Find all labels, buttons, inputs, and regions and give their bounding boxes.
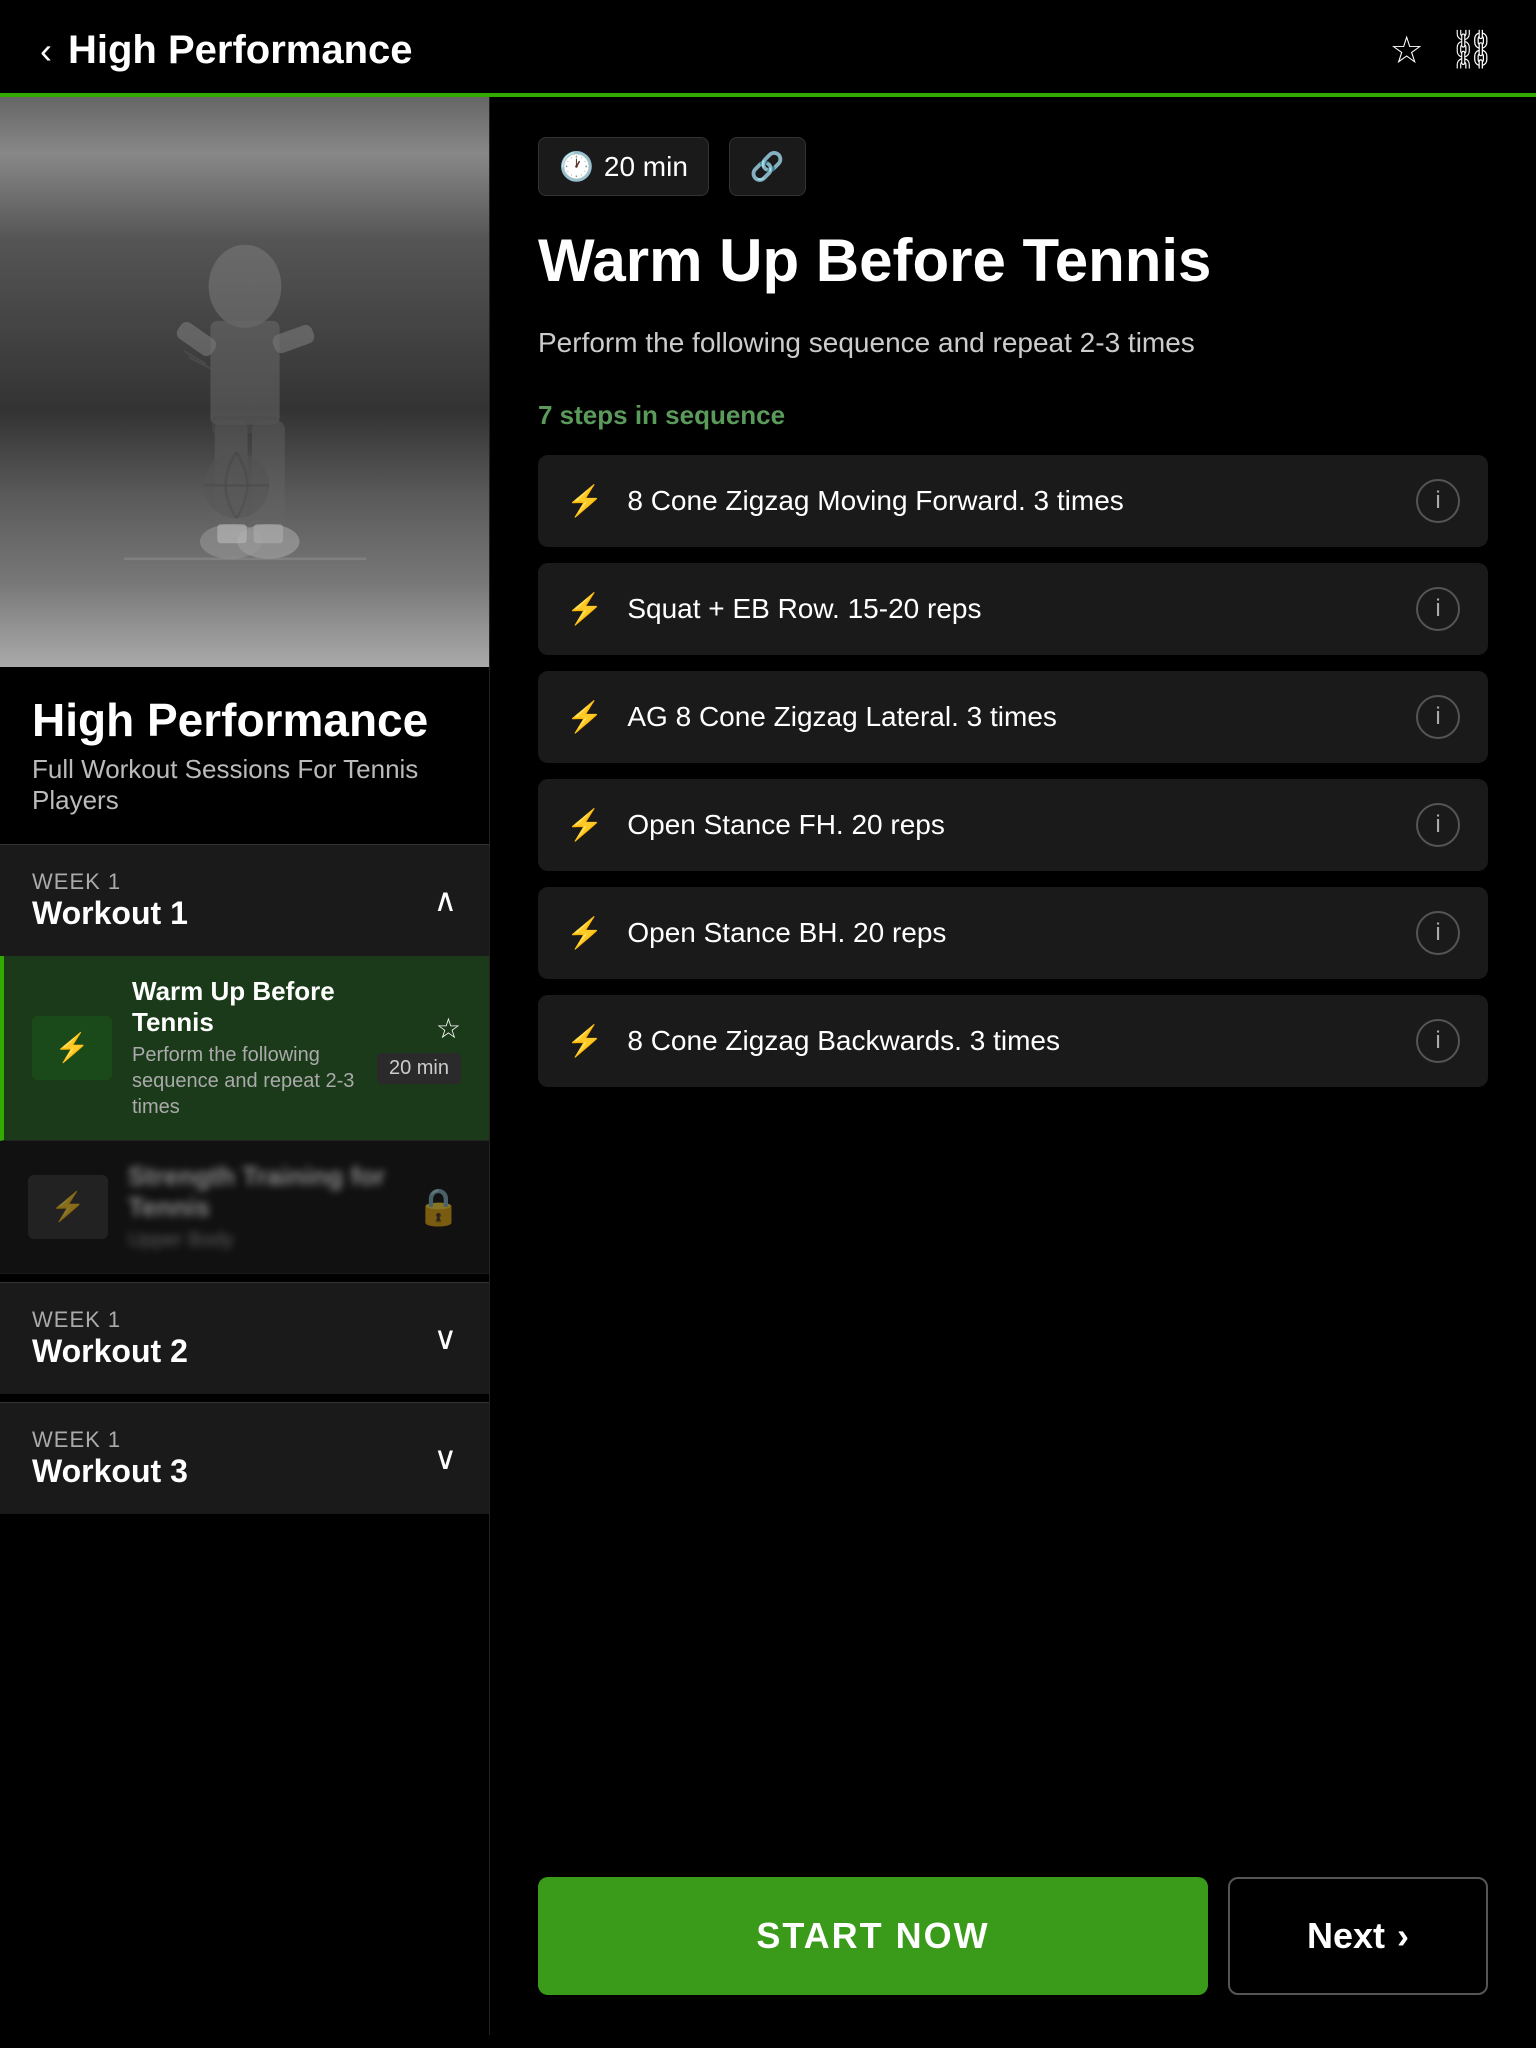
workout-name-1: Workout 2: [32, 1333, 188, 1370]
workout-section-1: WEEK 1 Workout 2 ∨: [0, 1282, 489, 1394]
bolt-icon-0: ⚡: [566, 484, 603, 519]
workout-header-left-1: WEEK 1 Workout 2: [32, 1307, 188, 1370]
lock-icon: 🔒: [416, 1186, 461, 1228]
workout-item-name-0-1: Strength Training for Tennis: [128, 1161, 396, 1223]
workout-item-0-1[interactable]: ⚡ Strength Training for Tennis Upper Bod…: [0, 1141, 489, 1274]
left-panel: High Performance Full Workout Sessions F…: [0, 97, 490, 2035]
duration-badge: 🕐 20 min: [538, 137, 709, 196]
bolt-icon-5: ⚡: [566, 1024, 603, 1059]
info-icon-0[interactable]: i: [1416, 479, 1460, 523]
chevron-1: ∨: [434, 1319, 457, 1357]
workout-sections: WEEK 1 Workout 1 ∧ ⚡ Warm Up Before Tenn…: [0, 844, 489, 1514]
week-label-1: WEEK 1: [32, 1307, 188, 1333]
bolt-icon: ⚡: [55, 1031, 90, 1064]
workout-name-0: Workout 1: [32, 895, 188, 932]
workout-header-left-2: WEEK 1 Workout 3: [32, 1427, 188, 1490]
step-text-2: AG 8 Cone Zigzag Lateral. 3 times: [627, 699, 1392, 735]
workout-section-2: WEEK 1 Workout 3 ∨: [0, 1402, 489, 1514]
step-item-2[interactable]: ⚡ AG 8 Cone Zigzag Lateral. 3 times i: [538, 671, 1488, 763]
next-arrow: ›: [1397, 1915, 1409, 1957]
link-badge[interactable]: 🔗: [729, 137, 806, 196]
workout-header-2[interactable]: WEEK 1 Workout 3 ∨: [0, 1403, 489, 1514]
program-title: High Performance: [32, 695, 457, 746]
step-text-0: 8 Cone Zigzag Moving Forward. 3 times: [627, 483, 1392, 519]
chevron-2: ∨: [434, 1439, 457, 1477]
header-left: ‹ High Performance: [40, 28, 413, 73]
star-icon[interactable]: ☆: [1390, 28, 1424, 73]
program-info: High Performance Full Workout Sessions F…: [0, 667, 489, 836]
link-icon[interactable]: ⛓: [1448, 28, 1496, 73]
header: ‹ High Performance ☆ ⛓: [0, 0, 1536, 93]
workout-header-1[interactable]: WEEK 1 Workout 2 ∨: [0, 1283, 489, 1394]
info-icon-5[interactable]: i: [1416, 1019, 1460, 1063]
workout-image: [0, 97, 490, 667]
header-right: ☆ ⛓: [1390, 28, 1496, 73]
step-item-0[interactable]: ⚡ 8 Cone Zigzag Moving Forward. 3 times …: [538, 455, 1488, 547]
step-item-5[interactable]: ⚡ 8 Cone Zigzag Backwards. 3 times i: [538, 995, 1488, 1087]
workout-item-info-0-0: Warm Up Before Tennis Perform the follow…: [132, 976, 357, 1120]
workout-item-name-0-0: Warm Up Before Tennis: [132, 976, 357, 1038]
workout-section-0: WEEK 1 Workout 1 ∧ ⚡ Warm Up Before Tenn…: [0, 844, 489, 1274]
bolt-icon: ⚡: [51, 1190, 86, 1223]
chevron-0: ∧: [434, 881, 457, 919]
workout-item-thumb-0-0: ⚡: [32, 1016, 112, 1080]
next-label: Next: [1307, 1915, 1385, 1957]
week-label-0: WEEK 1: [32, 869, 188, 895]
back-button[interactable]: ‹: [40, 30, 52, 72]
info-icon-2[interactable]: i: [1416, 695, 1460, 739]
main-layout: High Performance Full Workout Sessions F…: [0, 97, 1536, 2035]
step-text-5: 8 Cone Zigzag Backwards. 3 times: [627, 1023, 1392, 1059]
workout-item-right-0-1: 🔒: [416, 1186, 461, 1228]
next-button[interactable]: Next ›: [1228, 1877, 1488, 1995]
meta-row: 🕐 20 min 🔗: [538, 137, 1488, 196]
workout-item-right-0-0: ☆ 20 min: [377, 1012, 461, 1084]
duration-text: 20 min: [604, 151, 688, 183]
right-panel: 🕐 20 min 🔗 Warm Up Before Tennis Perform…: [490, 97, 1536, 2035]
workout-header-left-0: WEEK 1 Workout 1: [32, 869, 188, 932]
bolt-icon-2: ⚡: [566, 700, 603, 735]
exercise-description: Perform the following sequence and repea…: [538, 322, 1488, 364]
bolt-icon-4: ⚡: [566, 916, 603, 951]
bolt-icon-3: ⚡: [566, 808, 603, 843]
clock-icon: 🕐: [559, 150, 594, 183]
duration-badge-0-0: 20 min: [377, 1053, 461, 1084]
program-subtitle: Full Workout Sessions For Tennis Players: [32, 754, 457, 816]
bottom-buttons: START NOW Next ›: [538, 1857, 1488, 1995]
step-list: ⚡ 8 Cone Zigzag Moving Forward. 3 times …: [538, 455, 1488, 1825]
start-now-button[interactable]: START NOW: [538, 1877, 1208, 1995]
bolt-icon-1: ⚡: [566, 592, 603, 627]
exercise-title: Warm Up Before Tennis: [538, 228, 1488, 294]
week-label-2: WEEK 1: [32, 1427, 188, 1453]
steps-label: 7 steps in sequence: [538, 400, 1488, 431]
step-item-4[interactable]: ⚡ Open Stance BH. 20 reps i: [538, 887, 1488, 979]
info-icon-4[interactable]: i: [1416, 911, 1460, 955]
step-text-4: Open Stance BH. 20 reps: [627, 915, 1392, 951]
workout-item-desc-0-1: Upper Body: [128, 1227, 396, 1253]
workout-items-0: ⚡ Warm Up Before Tennis Perform the foll…: [0, 956, 489, 1274]
header-title: High Performance: [68, 28, 413, 73]
favorite-icon-0-0[interactable]: ☆: [436, 1012, 461, 1045]
workout-item-0-0[interactable]: ⚡ Warm Up Before Tennis Perform the foll…: [0, 956, 489, 1141]
step-item-3[interactable]: ⚡ Open Stance FH. 20 reps i: [538, 779, 1488, 871]
info-icon-1[interactable]: i: [1416, 587, 1460, 631]
step-item-1[interactable]: ⚡ Squat + EB Row. 15-20 reps i: [538, 563, 1488, 655]
step-text-3: Open Stance FH. 20 reps: [627, 807, 1392, 843]
step-text-1: Squat + EB Row. 15-20 reps: [627, 591, 1392, 627]
workout-name-2: Workout 3: [32, 1453, 188, 1490]
info-icon-3[interactable]: i: [1416, 803, 1460, 847]
image-background: [0, 97, 490, 667]
workout-item-desc-0-0: Perform the following sequence and repea…: [132, 1042, 357, 1120]
workout-item-info-0-1: Strength Training for Tennis Upper Body: [128, 1161, 396, 1253]
workout-item-thumb-0-1: ⚡: [28, 1175, 108, 1239]
workout-header-0[interactable]: WEEK 1 Workout 1 ∧: [0, 845, 489, 956]
